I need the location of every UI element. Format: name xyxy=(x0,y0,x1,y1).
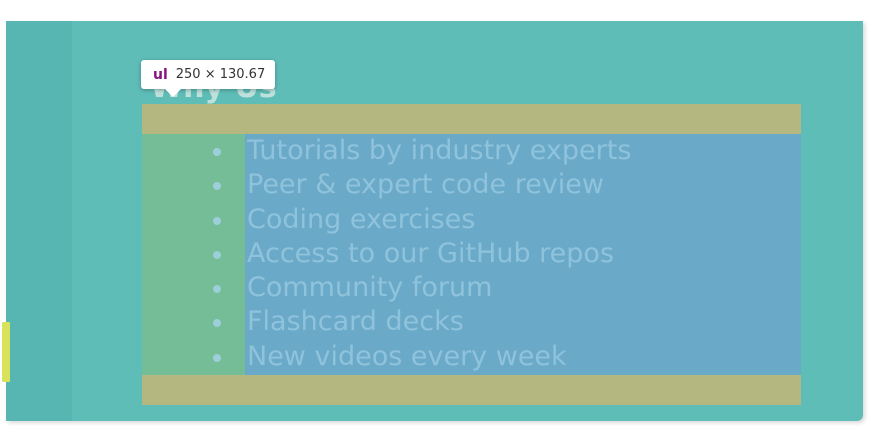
bullet-icon xyxy=(213,353,221,362)
tooltip-arrow-icon xyxy=(165,89,181,97)
list-item: Coding exercises xyxy=(205,203,631,237)
list-item: New videos every week xyxy=(205,340,631,374)
bullet-icon xyxy=(213,250,221,259)
bullet-icon xyxy=(213,319,221,328)
ul-margin-bottom-overlay xyxy=(142,375,801,405)
tooltip-dimensions: 250 × 130.67 xyxy=(175,67,266,82)
bullet-icon xyxy=(213,216,221,225)
list-item: Peer & expert code review xyxy=(205,168,631,202)
list-item: Access to our GitHub repos xyxy=(205,237,631,271)
list-item: Community forum xyxy=(205,271,631,305)
tooltip-tag-name: ul xyxy=(153,66,168,83)
inspector-tooltip: ul 250 × 130.67 xyxy=(141,60,276,97)
bullet-icon xyxy=(213,148,221,156)
list-item-label: Coding exercises xyxy=(247,203,476,235)
list-item: Flashcard decks xyxy=(205,305,631,339)
left-strip xyxy=(6,21,72,421)
bullet-icon xyxy=(213,182,221,191)
feature-list: Tutorials by industry experts Peer & exp… xyxy=(205,134,631,374)
list-item-label: Flashcard decks xyxy=(247,306,464,338)
list-item-label: New videos every week xyxy=(247,340,567,372)
list-item-label: Peer & expert code review xyxy=(247,169,604,201)
list-item-label: Community forum xyxy=(247,272,493,304)
list-item-label: Access to our GitHub repos xyxy=(247,237,615,269)
list-item-label: Tutorials by industry experts xyxy=(247,135,632,166)
bullet-icon xyxy=(213,285,221,294)
side-tab[interactable] xyxy=(2,322,10,382)
list-item: Tutorials by industry experts xyxy=(205,134,631,168)
screenshot-stage: Why Us Tutorials by industry experts Pee… xyxy=(0,0,881,426)
ul-margin-top-overlay xyxy=(142,104,801,134)
